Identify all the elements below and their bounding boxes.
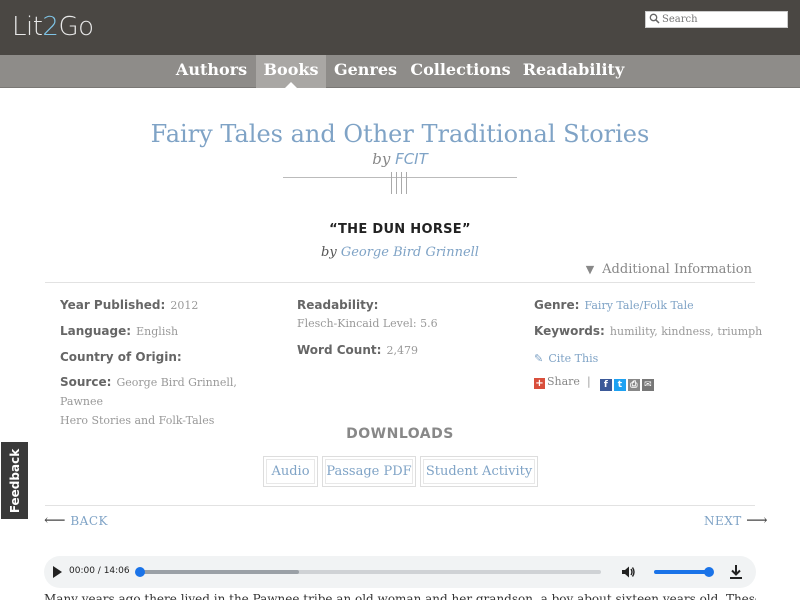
collection-title[interactable]: Fairy Tales and Other Traditional Storie… xyxy=(0,120,800,148)
active-caret-icon xyxy=(285,82,297,88)
genre-link[interactable]: Fairy Tale/Folk Tale xyxy=(584,299,693,312)
twitter-icon[interactable]: t xyxy=(613,379,626,391)
genre: Genre: Fairy Tale/Folk Tale xyxy=(534,298,694,312)
main-nav: Authors Books Genres Collections Readabi… xyxy=(0,55,800,88)
triangle-down-icon: ▼ xyxy=(585,263,595,276)
language: Language: English xyxy=(60,324,179,338)
word-count: Word Count: 2,479 xyxy=(297,343,419,357)
readability: Readability: xyxy=(297,298,379,312)
year-published: Year Published: 2012 xyxy=(60,298,199,312)
readability-level: Flesch-Kincaid Level: 5.6 xyxy=(297,317,438,330)
volume-knob[interactable] xyxy=(704,567,714,577)
download-icon[interactable] xyxy=(729,564,743,580)
search-input[interactable] xyxy=(662,12,786,27)
collection-byline: by FCIT xyxy=(372,150,428,168)
story-title: “THE DUN HORSE” xyxy=(329,222,471,237)
plus-icon: + xyxy=(534,378,545,389)
keywords: Keywords: humility, kindness, triumph xyxy=(534,324,763,338)
nav-books[interactable]: Books xyxy=(256,55,326,88)
source: Source: George Bird Grinnell, Pawnee Hero… xyxy=(60,375,237,427)
volume-icon[interactable] xyxy=(620,564,636,580)
facebook-icon[interactable]: f xyxy=(599,379,612,391)
nav-authors[interactable]: Authors xyxy=(168,55,255,88)
audio-player: 00:00 / 14:06 xyxy=(44,556,756,588)
country-of-origin: Country of Origin: xyxy=(60,350,182,364)
search-icon xyxy=(649,13,660,27)
nav-genres[interactable]: Genres xyxy=(326,55,405,88)
nav-collections[interactable]: Collections xyxy=(405,55,516,88)
buffered-range xyxy=(139,570,299,574)
divider xyxy=(45,505,755,506)
site-header: Lit2Go xyxy=(0,0,800,55)
arrow-left-icon: ⟵ xyxy=(44,511,67,529)
story-body-text: Many years ago there lived in the Pawnee… xyxy=(44,592,756,600)
download-audio-button[interactable]: Audio xyxy=(263,456,318,487)
title-ornament xyxy=(283,172,517,194)
nav-readability[interactable]: Readability xyxy=(516,55,631,88)
site-logo[interactable]: Lit2Go xyxy=(12,12,94,42)
seek-bar[interactable] xyxy=(135,567,601,577)
email-icon[interactable]: ✉ xyxy=(641,379,654,391)
seek-knob[interactable] xyxy=(135,567,145,577)
story-author-link[interactable]: George Bird Grinnell xyxy=(341,245,479,260)
arrow-right-icon: ⟶ xyxy=(746,511,769,529)
downloads-heading: DOWNLOADS xyxy=(346,426,454,442)
pencil-icon: ✎ xyxy=(534,352,544,365)
download-passage-pdf-button[interactable]: Passage PDF xyxy=(322,456,416,487)
play-icon[interactable] xyxy=(53,566,62,578)
additional-information-toggle[interactable]: ▼ Additional Information xyxy=(586,262,752,277)
cite-this-link[interactable]: ✎ Cite This xyxy=(534,347,598,366)
collection-author-link[interactable]: FCIT xyxy=(395,150,428,168)
next-link[interactable]: NEXT ⟶ xyxy=(704,511,768,529)
divider xyxy=(45,282,755,283)
share-button[interactable]: + Share xyxy=(534,375,580,389)
feedback-tab[interactable]: Feedback xyxy=(0,441,29,520)
story-byline: by George Bird Grinnell xyxy=(321,245,479,260)
back-link[interactable]: ⟵ BACK xyxy=(44,511,108,529)
volume-slider[interactable] xyxy=(654,570,710,574)
share-bar: + Share | f t ⎙ ✉ xyxy=(534,370,654,391)
download-student-activity-button[interactable]: Student Activity xyxy=(420,456,538,487)
search-box[interactable] xyxy=(645,11,788,28)
print-icon[interactable]: ⎙ xyxy=(627,379,640,391)
time-display: 00:00 / 14:06 xyxy=(69,566,130,576)
